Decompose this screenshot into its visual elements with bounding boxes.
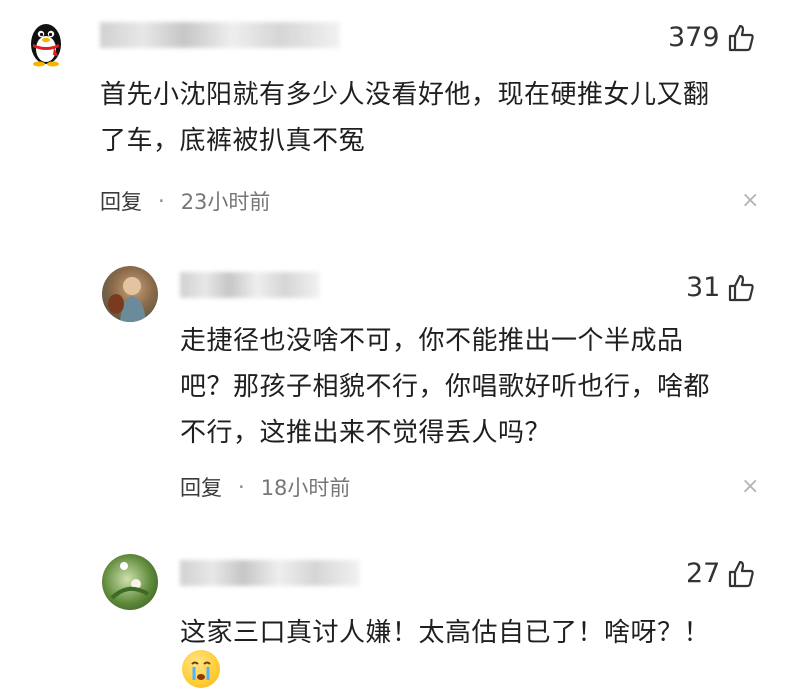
- user-avatar[interactable]: [102, 266, 158, 322]
- crying-face-emoji-icon: [182, 650, 220, 688]
- timestamp: 18小时前: [260, 476, 351, 500]
- close-icon[interactable]: ×: [741, 476, 759, 498]
- reply-button[interactable]: 回复: [180, 472, 222, 502]
- thumbs-up-icon[interactable]: [726, 273, 756, 303]
- qq-penguin-avatar[interactable]: [18, 14, 74, 70]
- like-count[interactable]: 379: [668, 22, 756, 53]
- comment-text: 这家三口真讨人嫌！太高估自已了！啥呀？！: [180, 618, 711, 648]
- username-blurred: [180, 560, 360, 586]
- close-icon[interactable]: ×: [741, 190, 759, 212]
- timestamp: 23小时前: [180, 190, 271, 214]
- comment-meta: 回复 · 23小时前: [100, 186, 270, 216]
- comment-meta: 回复 · 18小时前: [180, 472, 350, 502]
- username-blurred: [100, 22, 340, 48]
- user-avatar[interactable]: [102, 554, 158, 610]
- thumbs-up-icon[interactable]: [726, 559, 756, 589]
- comment-text: 首先小沈阳就有多少人没看好他，现在硬推女儿又翻 了车，底裤被扒真不冤: [100, 80, 710, 156]
- username-blurred: [180, 272, 320, 298]
- separator-dot: ·: [238, 475, 245, 499]
- reply-button[interactable]: 回复: [100, 186, 142, 216]
- like-count[interactable]: 27: [686, 558, 756, 589]
- comment-text: 走捷径也没啥不可，你不能推出一个半成品 吧？那孩子相貌不行，你唱歌好听也行，啥都…: [180, 326, 711, 448]
- thumbs-up-icon[interactable]: [726, 23, 756, 53]
- like-count[interactable]: 31: [686, 272, 756, 303]
- separator-dot: ·: [158, 189, 165, 213]
